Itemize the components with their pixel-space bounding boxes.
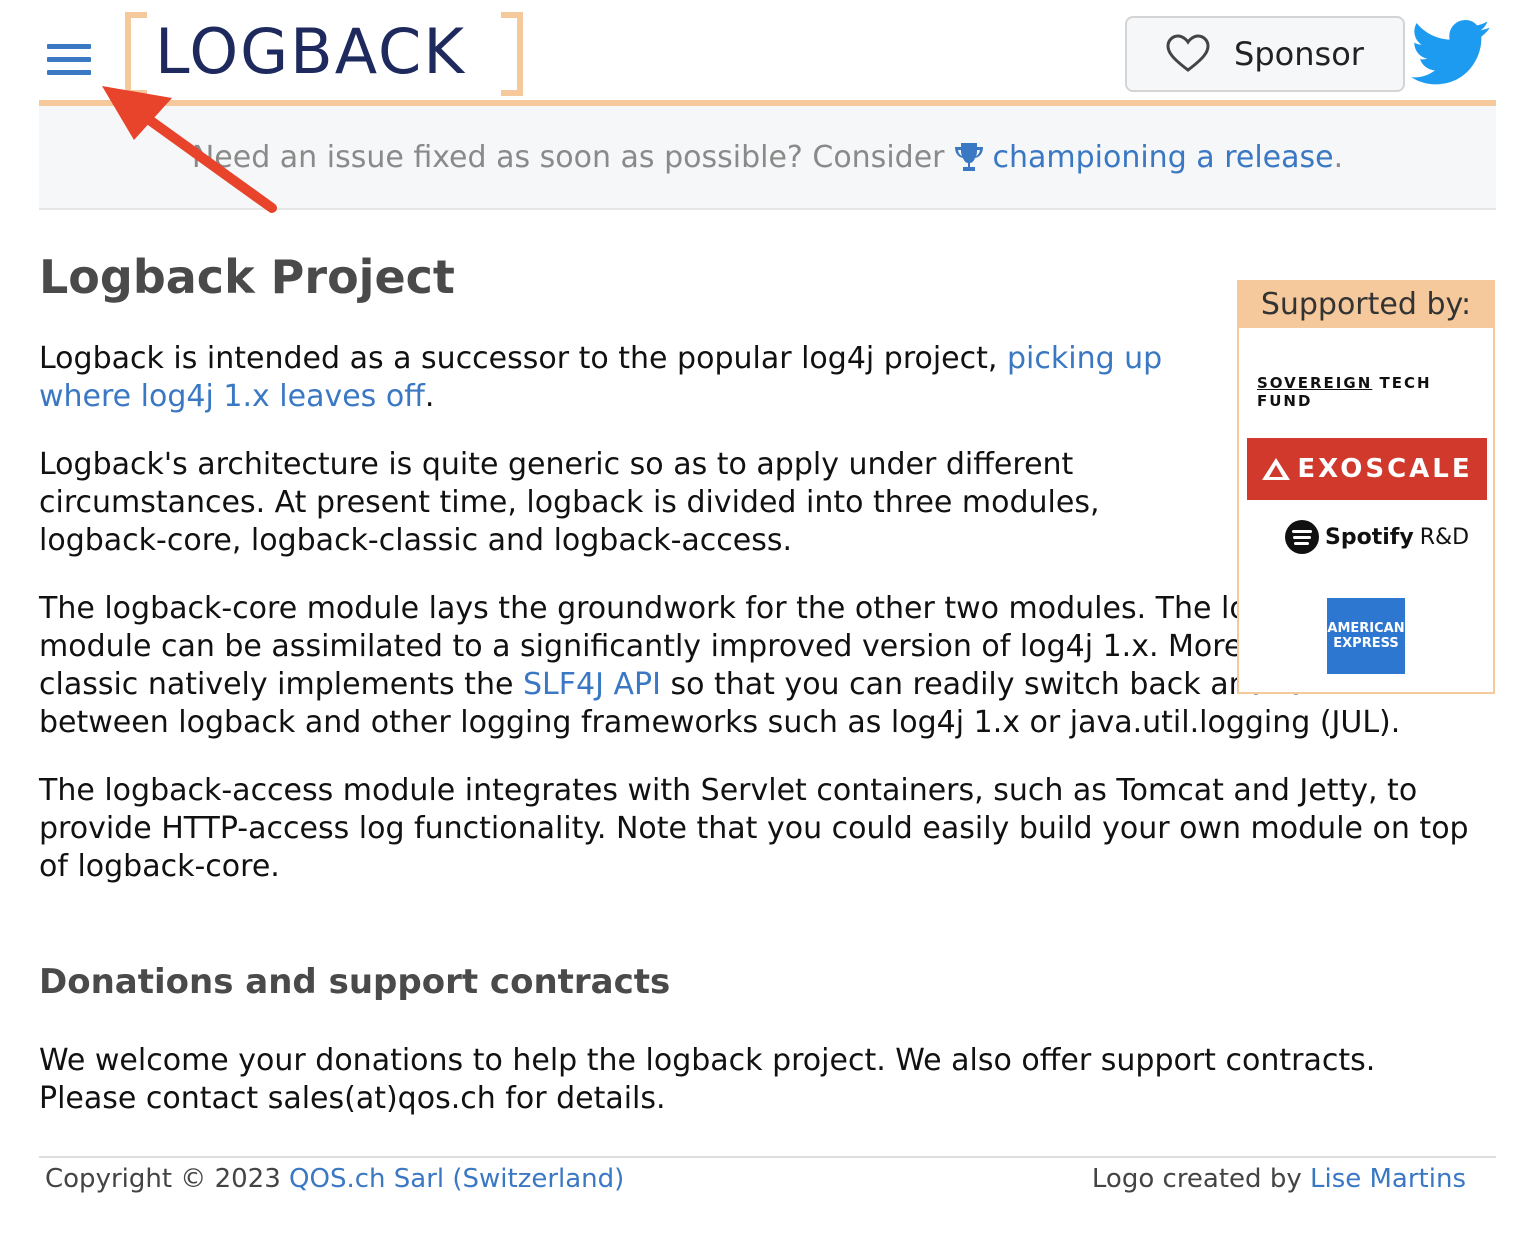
banner-text: Need an issue fixed as soon as possible?… [191,139,945,175]
intro-period: . [424,379,435,414]
donations-paragraph: We welcome your donations to help the lo… [39,1043,1376,1116]
sponsor-button[interactable]: Sponsor [1125,16,1405,92]
trophy-icon [955,143,984,171]
twitter-bird-icon[interactable] [1411,18,1491,88]
sovereign-tech-fund-logo[interactable]: SOVEREIGN TECH FUND [1257,374,1493,410]
amex-line-1: AMERICAN [1327,621,1405,636]
lise-martins-link[interactable]: Lise Martins [1310,1164,1466,1194]
qos-link[interactable]: QOS.ch Sarl (Switzerland) [289,1164,624,1194]
access-paragraph: The logback-access module integrates wit… [39,773,1469,884]
footer-logo-credit: Logo created by Lise Martins [1092,1164,1466,1194]
copyright-text: Copyright © 2023 [45,1164,281,1194]
donations-heading: Donations and support contracts [39,962,671,1002]
footer-copyright: Copyright © 2023 QOS.ch Sarl (Switzerlan… [45,1164,624,1194]
annotation-arrow [102,86,277,213]
exoscale-text: EXOSCALE [1297,454,1473,484]
spotify-icon [1285,520,1319,554]
page-title: Logback Project [39,250,455,304]
american-express-logo[interactable]: AMERICAN EXPRESS [1327,598,1405,674]
intro-paragraph: Logback is intended as a successor to th… [39,340,1199,416]
spotify-rd-text: R&D [1419,524,1470,550]
intro-text: Logback is intended as a successor to th… [39,341,998,376]
logo-credit-text: Logo created by [1091,1164,1302,1194]
exoscale-mark-icon [1262,458,1291,480]
spotify-text: Spotify [1325,524,1414,550]
championing-release-link[interactable]: championing a release [992,140,1333,175]
supported-by-heading: Supported by: [1239,282,1493,328]
banner-period: . [1333,139,1344,175]
exoscale-logo[interactable]: EXOSCALE [1247,438,1487,500]
stf-word-1: SOVEREIGN [1257,374,1373,392]
supported-by-box: Supported by: SOVEREIGN TECH FUND EXOSCA… [1237,280,1495,694]
architecture-paragraph: Logback's architecture is quite generic … [39,447,1100,558]
heart-icon [1166,34,1210,72]
donations-section: We welcome your donations to help the lo… [39,1042,1479,1118]
amex-line-2: EXPRESS [1333,636,1399,651]
slf4j-api-link[interactable]: SLF4J API [523,667,661,702]
spotify-rd-logo[interactable]: Spotify R&D [1285,520,1469,554]
sponsor-label: Sponsor [1234,35,1364,73]
hamburger-menu-icon[interactable] [47,44,91,80]
footer-divider [39,1156,1496,1158]
